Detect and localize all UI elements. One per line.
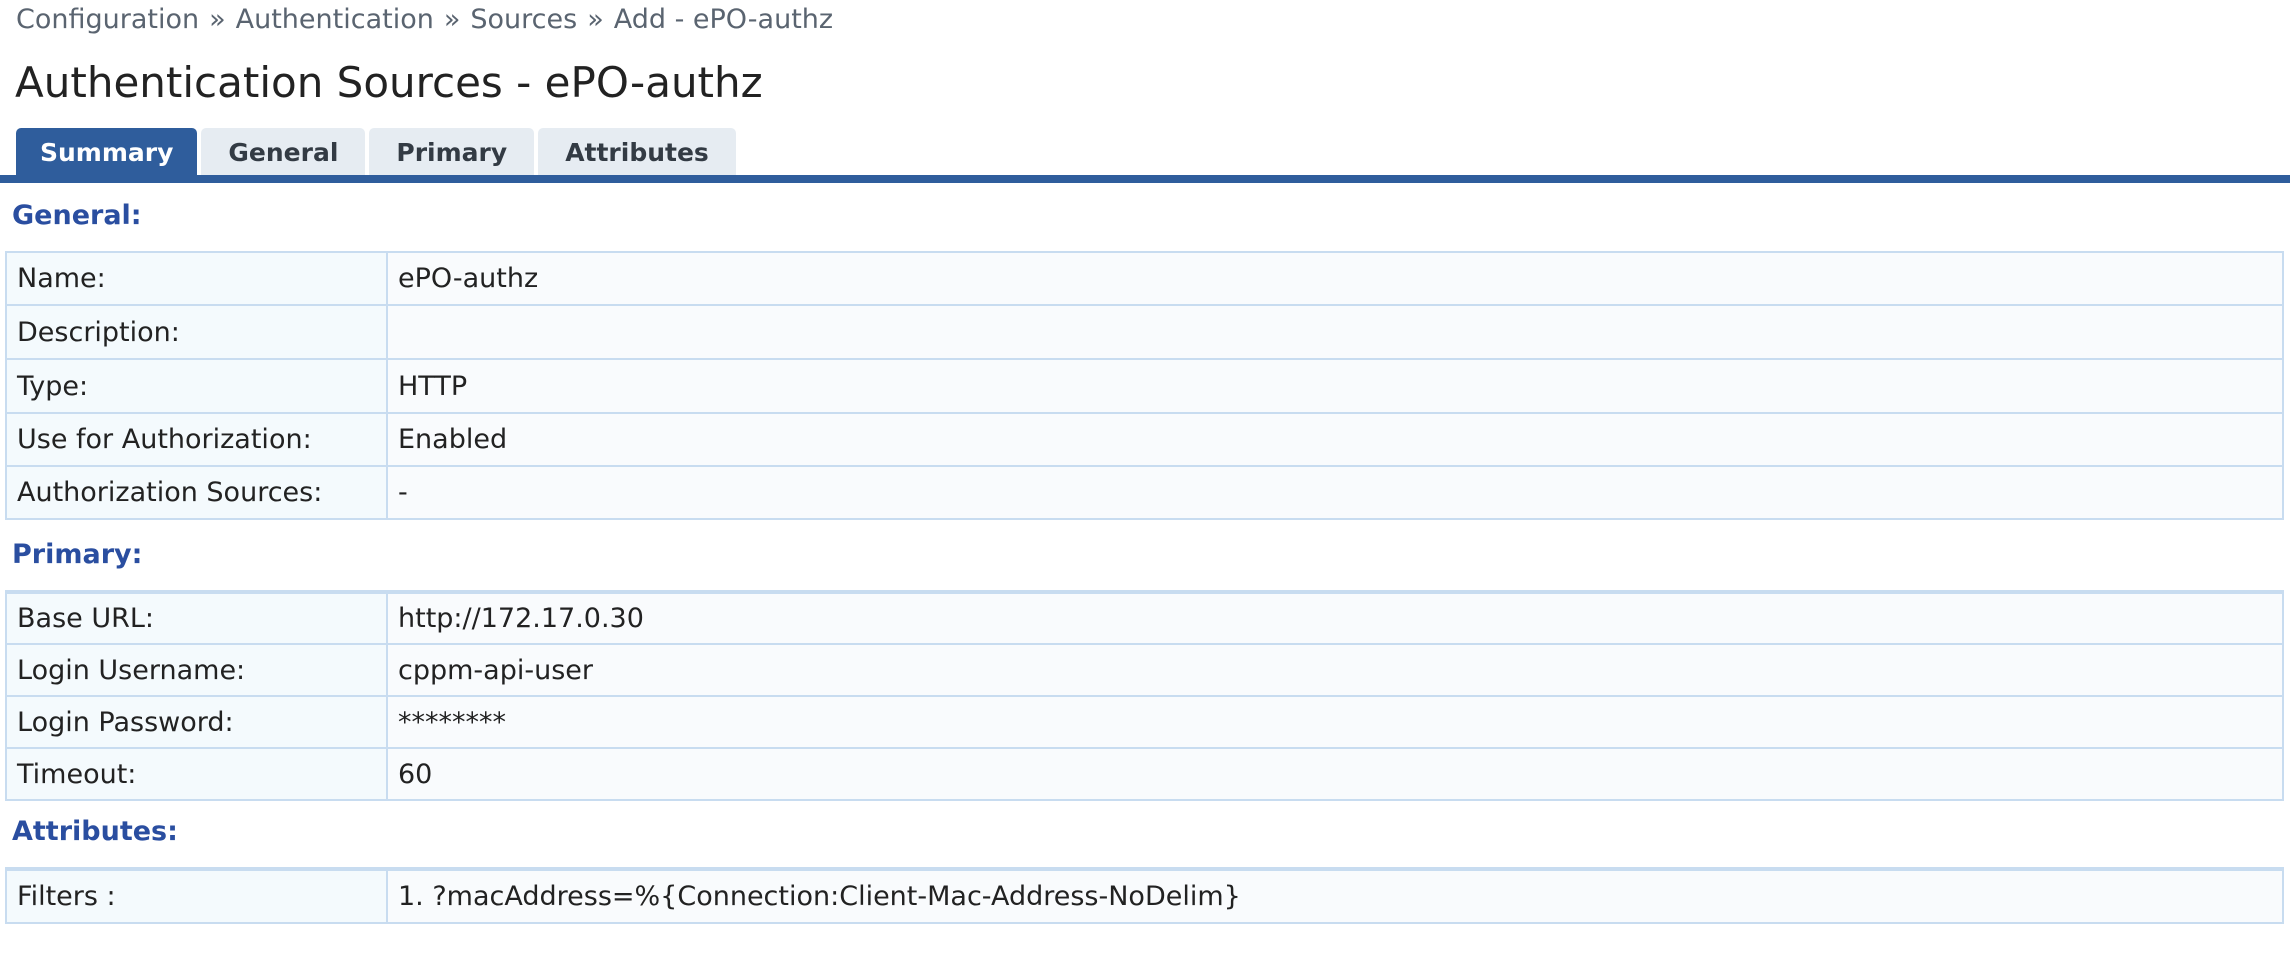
row-value: 1. ?macAddress=%{Connection:Client-Mac-A… — [386, 868, 2284, 924]
row-value — [386, 304, 2284, 360]
row-label: Description: — [5, 304, 388, 360]
tab-attributes[interactable]: Attributes — [538, 128, 736, 176]
tab-general[interactable]: General — [201, 128, 366, 176]
breadcrumb-current: Add - ePO-authz — [613, 4, 834, 35]
row-label: Login Password: — [5, 695, 388, 749]
attributes-table: Filters : 1. ?macAddress=%{Connection:Cl… — [5, 867, 2284, 924]
breadcrumb-separator: » — [209, 4, 226, 35]
breadcrumb-sources[interactable]: Sources — [470, 4, 577, 35]
row-value: HTTP — [386, 358, 2284, 414]
table-row: Timeout: 60 — [5, 747, 2284, 801]
row-label: Type: — [5, 358, 388, 414]
primary-table: Base URL: http://172.17.0.30 Login Usern… — [5, 590, 2284, 801]
row-value: ePO-authz — [386, 251, 2284, 306]
table-row: Base URL: http://172.17.0.30 — [5, 591, 2284, 645]
row-label: Login Username: — [5, 643, 388, 697]
table-row: Authorization Sources: - — [5, 465, 2284, 520]
row-label: Base URL: — [5, 591, 388, 645]
general-table: Name: ePO-authz Description: Type: HTTP … — [5, 251, 2284, 520]
section-heading-general: General: — [12, 200, 142, 231]
table-row: Filters : 1. ?macAddress=%{Connection:Cl… — [5, 868, 2284, 924]
table-row: Login Username: cppm-api-user — [5, 643, 2284, 697]
row-value: http://172.17.0.30 — [386, 591, 2284, 645]
section-heading-attributes: Attributes: — [12, 816, 178, 847]
breadcrumb-separator: » — [443, 4, 461, 35]
row-label: Filters : — [5, 868, 388, 924]
breadcrumb-separator: » — [587, 4, 604, 35]
row-value: - — [386, 465, 2284, 520]
breadcrumb-configuration[interactable]: Configuration — [16, 4, 199, 35]
table-row: Name: ePO-authz — [5, 251, 2284, 306]
row-value: 60 — [386, 747, 2284, 801]
section-heading-primary: Primary: — [12, 539, 143, 570]
row-value: cppm-api-user — [386, 643, 2284, 697]
table-row: Login Password: ******** — [5, 695, 2284, 749]
row-value: ******** — [386, 695, 2284, 749]
tab-bar: Summary General Primary Attributes — [16, 128, 736, 176]
row-label: Name: — [5, 251, 388, 306]
page-title: Authentication Sources - ePO-authz — [15, 58, 763, 107]
tab-summary[interactable]: Summary — [16, 128, 198, 176]
table-row: Type: HTTP — [5, 358, 2284, 414]
tab-underline — [0, 175, 2290, 183]
row-label: Use for Authorization: — [5, 412, 388, 467]
row-value: Enabled — [386, 412, 2284, 467]
table-row: Description: — [5, 304, 2284, 360]
row-label: Timeout: — [5, 747, 388, 801]
breadcrumb-authentication[interactable]: Authentication — [236, 4, 434, 35]
table-row: Use for Authorization: Enabled — [5, 412, 2284, 467]
tab-primary[interactable]: Primary — [369, 128, 535, 176]
row-label: Authorization Sources: — [5, 465, 388, 520]
breadcrumb: Configuration » Authentication » Sources » Add… — [16, 4, 833, 35]
